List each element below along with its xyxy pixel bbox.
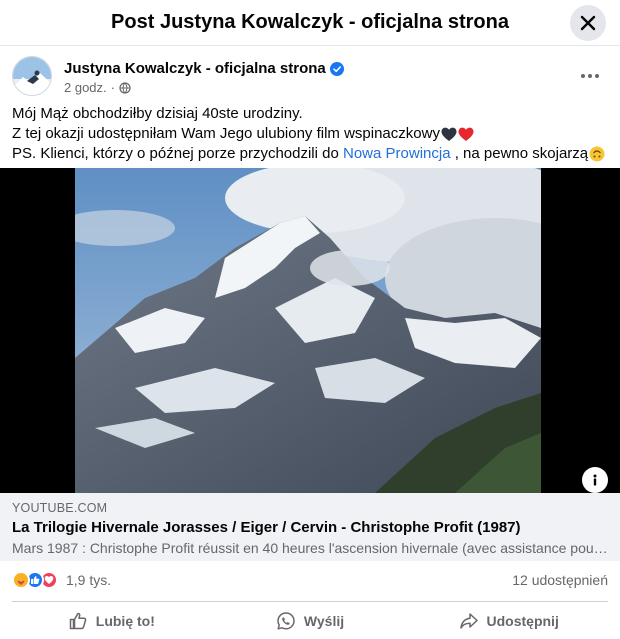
link-title[interactable]: La Trilogie Hivernale Jorasses / Eiger /…	[12, 519, 521, 536]
red-heart-icon	[458, 127, 474, 141]
avatar[interactable]	[12, 56, 52, 96]
black-heart-icon	[441, 127, 457, 141]
dialog-title: Post Justyna Kowalczyk - oficjalna stron…	[111, 11, 509, 33]
post-header: Justyna Kowalczyk - oficjalna strona 2 g…	[12, 56, 608, 98]
post-text-line-2: Z tej okazji udostępniłam Wam Jego ulubi…	[12, 125, 440, 142]
author-name[interactable]: Justyna Kowalczyk - oficjalna strona	[64, 60, 326, 77]
send-button[interactable]: Wyślij	[211, 602, 410, 635]
link-description: Mars 1987 : Christophe Profit réussit en…	[12, 540, 608, 556]
reactions-count[interactable]: 1,9 tys.	[66, 572, 111, 588]
post-time[interactable]: 2 godz.	[64, 80, 107, 95]
shares-count[interactable]: 12 udostępnień	[512, 572, 608, 588]
send-label: Wyślij	[303, 612, 345, 629]
mountain-image	[75, 168, 541, 493]
like-label: Lubię to!	[95, 612, 155, 629]
share-button[interactable]: Udostępnij	[409, 602, 608, 635]
info-button[interactable]	[582, 467, 608, 493]
video-thumbnail[interactable]	[0, 168, 620, 493]
share-arrow-icon	[459, 612, 478, 629]
care-reaction-icon	[12, 571, 30, 589]
thumbs-up-icon	[69, 612, 87, 629]
post-text: Mój Mąż obchodziłby dzisiaj 40ste urodzi…	[12, 104, 608, 164]
share-label: Udostępnij	[486, 612, 559, 629]
close-icon	[580, 15, 596, 31]
globe-icon	[119, 81, 131, 94]
like-button[interactable]: Lubię to!	[12, 602, 211, 635]
more-options-button[interactable]	[572, 58, 608, 94]
upside-down-face-icon	[589, 146, 605, 162]
close-button[interactable]	[570, 5, 606, 41]
verified-badge-icon	[329, 61, 344, 76]
reactions-summary[interactable]	[12, 571, 58, 589]
post-text-line-3-end: , na pewno skojarzą	[454, 145, 589, 162]
post-actions-bar: Lubię to! Wyślij Udostępnij	[12, 601, 608, 635]
whatsapp-icon	[277, 611, 295, 630]
post-text-line-1: Mój Mąż obchodziłby dzisiaj 40ste urodzi…	[12, 105, 303, 122]
nowa-prowincja-link[interactable]: Nowa Prowincja	[343, 144, 451, 164]
post-stats: 1,9 tys. 12 udostępnień	[12, 569, 608, 593]
more-dots-icon	[581, 74, 599, 78]
dialog-header: Post Justyna Kowalczyk - oficjalna stron…	[0, 0, 620, 46]
link-preview-card[interactable]: YOUTUBE.COM La Trilogie Hivernale Jorass…	[0, 493, 620, 561]
post-text-line-3: PS. Klienci, którzy o późnej porze przyc…	[12, 145, 339, 162]
link-domain: YOUTUBE.COM	[12, 501, 108, 515]
info-icon	[593, 474, 597, 486]
